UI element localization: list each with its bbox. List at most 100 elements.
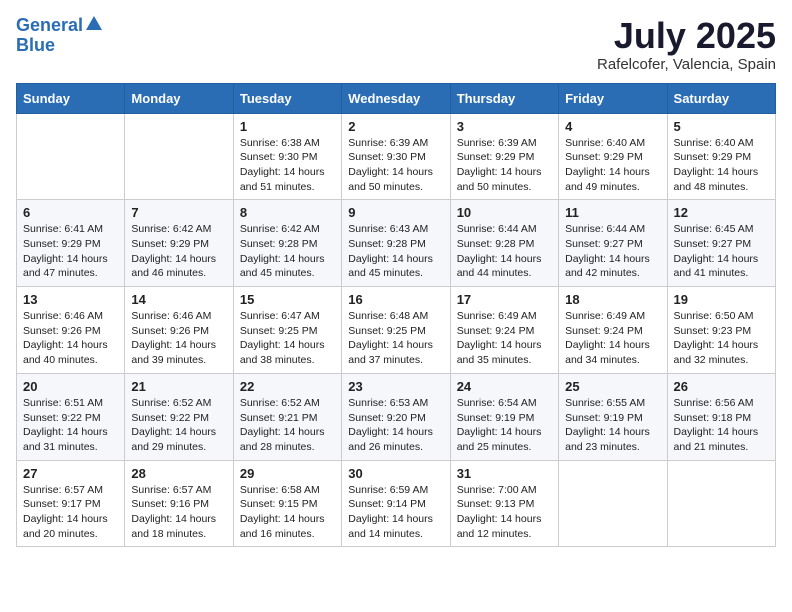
calendar-cell: 1Sunrise: 6:38 AMSunset: 9:30 PMDaylight…: [233, 113, 341, 200]
day-details: Sunrise: 6:43 AMSunset: 9:28 PMDaylight:…: [348, 222, 443, 281]
calendar-cell: 29 Sunrise: 6:58 AMSunset: 9:15 PMDayligh…: [233, 460, 341, 547]
weekday-header-sunday: Sunday: [17, 83, 125, 113]
day-details: Sunrise: 6:46 AMSunset: 9:26 PMDaylight:…: [23, 309, 118, 368]
day-details: Sunrise: 6:53 AMSunset: 9:20 PMDaylight:…: [348, 396, 443, 455]
logo-text: General: [16, 16, 83, 36]
calendar-cell: [125, 113, 233, 200]
day-details: Sunrise: 6:45 AMSunset: 9:27 PMDaylight:…: [674, 222, 769, 281]
day-details: Sunrise: 6:56 AMSunset: 9:18 PMDaylight:…: [674, 396, 769, 455]
calendar-table: SundayMondayTuesdayWednesdayThursdayFrid…: [16, 83, 776, 548]
day-number: 22: [240, 379, 335, 394]
day-details: Sunrise: 7:00 AMSunset: 9:13 PMDaylight:…: [457, 483, 552, 542]
day-number: 11: [565, 205, 660, 220]
calendar-cell: 10 Sunrise: 6:44 AMSunset: 9:28 PMDayligh…: [450, 200, 558, 287]
calendar-cell: 13 Sunrise: 6:46 AMSunset: 9:26 PMDayligh…: [17, 287, 125, 374]
day-number: 21: [131, 379, 226, 394]
day-number: 20: [23, 379, 118, 394]
calendar-cell: 3Sunrise: 6:39 AMSunset: 9:29 PMDaylight…: [450, 113, 558, 200]
day-number: 26: [674, 379, 769, 394]
calendar-cell: 26 Sunrise: 6:56 AMSunset: 9:18 PMDayligh…: [667, 373, 775, 460]
calendar-cell: 16 Sunrise: 6:48 AMSunset: 9:25 PMDayligh…: [342, 287, 450, 374]
weekday-header-thursday: Thursday: [450, 83, 558, 113]
day-number: 29: [240, 466, 335, 481]
day-details: Sunrise: 6:41 AMSunset: 9:29 PMDaylight:…: [23, 222, 118, 281]
day-details: Sunrise: 6:40 AMSunset: 9:29 PMDaylight:…: [565, 136, 660, 195]
calendar-cell: 15Sunrise: 6:47 AMSunset: 9:25 PMDayligh…: [233, 287, 341, 374]
weekday-header-row: SundayMondayTuesdayWednesdayThursdayFrid…: [17, 83, 776, 113]
calendar-cell: 30 Sunrise: 6:59 AMSunset: 9:14 PMDayligh…: [342, 460, 450, 547]
day-details: Sunrise: 6:39 AMSunset: 9:29 PMDaylight:…: [457, 136, 552, 195]
calendar-cell: 7 Sunrise: 6:42 AMSunset: 9:29 PMDaylight…: [125, 200, 233, 287]
day-details: Sunrise: 6:52 AMSunset: 9:22 PMDaylight:…: [131, 396, 226, 455]
day-number: 23: [348, 379, 443, 394]
day-number: 28: [131, 466, 226, 481]
logo-icon: [85, 15, 103, 33]
day-details: Sunrise: 6:55 AMSunset: 9:19 PMDaylight:…: [565, 396, 660, 455]
logo-blue-text: Blue: [16, 36, 55, 56]
day-details: Sunrise: 6:46 AMSunset: 9:26 PMDaylight:…: [131, 309, 226, 368]
day-number: 9: [348, 205, 443, 220]
day-number: 31: [457, 466, 552, 481]
day-number: 10: [457, 205, 552, 220]
logo: General Blue: [16, 16, 103, 56]
weekday-header-saturday: Saturday: [667, 83, 775, 113]
day-number: 27: [23, 466, 118, 481]
calendar-cell: 25 Sunrise: 6:55 AMSunset: 9:19 PMDayligh…: [559, 373, 667, 460]
day-details: Sunrise: 6:49 AMSunset: 9:24 PMDaylight:…: [565, 309, 660, 368]
day-details: Sunrise: 6:42 AMSunset: 9:29 PMDaylight:…: [131, 222, 226, 281]
calendar-cell: 4 Sunrise: 6:40 AMSunset: 9:29 PMDaylight…: [559, 113, 667, 200]
calendar-cell: 22 Sunrise: 6:52 AMSunset: 9:21 PMDayligh…: [233, 373, 341, 460]
day-number: 17: [457, 292, 552, 307]
day-number: 4: [565, 119, 660, 134]
day-details: Sunrise: 6:49 AMSunset: 9:24 PMDaylight:…: [457, 309, 552, 368]
calendar-cell: 19 Sunrise: 6:50 AMSunset: 9:23 PMDayligh…: [667, 287, 775, 374]
day-details: Sunrise: 6:48 AMSunset: 9:25 PMDaylight:…: [348, 309, 443, 368]
calendar-cell: 2Sunrise: 6:39 AMSunset: 9:30 PMDaylight…: [342, 113, 450, 200]
day-details: Sunrise: 6:57 AMSunset: 9:16 PMDaylight:…: [131, 483, 226, 542]
calendar-cell: 17 Sunrise: 6:49 AMSunset: 9:24 PMDayligh…: [450, 287, 558, 374]
day-details: Sunrise: 6:42 AMSunset: 9:28 PMDaylight:…: [240, 222, 335, 281]
calendar-cell: 24Sunrise: 6:54 AMSunset: 9:19 PMDayligh…: [450, 373, 558, 460]
day-details: Sunrise: 6:59 AMSunset: 9:14 PMDaylight:…: [348, 483, 443, 542]
day-number: 15: [240, 292, 335, 307]
day-details: Sunrise: 6:52 AMSunset: 9:21 PMDaylight:…: [240, 396, 335, 455]
day-details: Sunrise: 6:38 AMSunset: 9:30 PMDaylight:…: [240, 136, 335, 195]
day-details: Sunrise: 6:54 AMSunset: 9:19 PMDaylight:…: [457, 396, 552, 455]
day-number: 19: [674, 292, 769, 307]
day-details: Sunrise: 6:58 AMSunset: 9:15 PMDaylight:…: [240, 483, 335, 542]
location-title: Rafelcofer, Valencia, Spain: [597, 56, 776, 73]
calendar-cell: 11 Sunrise: 6:44 AMSunset: 9:27 PMDayligh…: [559, 200, 667, 287]
day-details: Sunrise: 6:44 AMSunset: 9:28 PMDaylight:…: [457, 222, 552, 281]
calendar-cell: 12 Sunrise: 6:45 AMSunset: 9:27 PMDayligh…: [667, 200, 775, 287]
day-number: 8: [240, 205, 335, 220]
weekday-header-friday: Friday: [559, 83, 667, 113]
calendar-week-row: 20 Sunrise: 6:51 AMSunset: 9:22 PMDayligh…: [17, 373, 776, 460]
calendar-cell: 23 Sunrise: 6:53 AMSunset: 9:20 PMDayligh…: [342, 373, 450, 460]
day-number: 12: [674, 205, 769, 220]
day-number: 5: [674, 119, 769, 134]
calendar-cell: 18Sunrise: 6:49 AMSunset: 9:24 PMDayligh…: [559, 287, 667, 374]
day-number: 16: [348, 292, 443, 307]
calendar-cell: 20 Sunrise: 6:51 AMSunset: 9:22 PMDayligh…: [17, 373, 125, 460]
day-number: 30: [348, 466, 443, 481]
calendar-cell: 9 Sunrise: 6:43 AMSunset: 9:28 PMDaylight…: [342, 200, 450, 287]
day-number: 13: [23, 292, 118, 307]
weekday-header-monday: Monday: [125, 83, 233, 113]
day-number: 14: [131, 292, 226, 307]
day-details: Sunrise: 6:40 AMSunset: 9:29 PMDaylight:…: [674, 136, 769, 195]
day-details: Sunrise: 6:51 AMSunset: 9:22 PMDaylight:…: [23, 396, 118, 455]
calendar-cell: 14 Sunrise: 6:46 AMSunset: 9:26 PMDayligh…: [125, 287, 233, 374]
day-details: Sunrise: 6:50 AMSunset: 9:23 PMDaylight:…: [674, 309, 769, 368]
calendar-cell: [667, 460, 775, 547]
day-details: Sunrise: 6:57 AMSunset: 9:17 PMDaylight:…: [23, 483, 118, 542]
day-number: 2: [348, 119, 443, 134]
calendar-cell: [559, 460, 667, 547]
weekday-header-wednesday: Wednesday: [342, 83, 450, 113]
weekday-header-tuesday: Tuesday: [233, 83, 341, 113]
calendar-cell: [17, 113, 125, 200]
month-title: July 2025: [597, 16, 776, 56]
calendar-cell: 31 Sunrise: 7:00 AMSunset: 9:13 PMDayligh…: [450, 460, 558, 547]
day-details: Sunrise: 6:44 AMSunset: 9:27 PMDaylight:…: [565, 222, 660, 281]
day-number: 25: [565, 379, 660, 394]
day-number: 7: [131, 205, 226, 220]
